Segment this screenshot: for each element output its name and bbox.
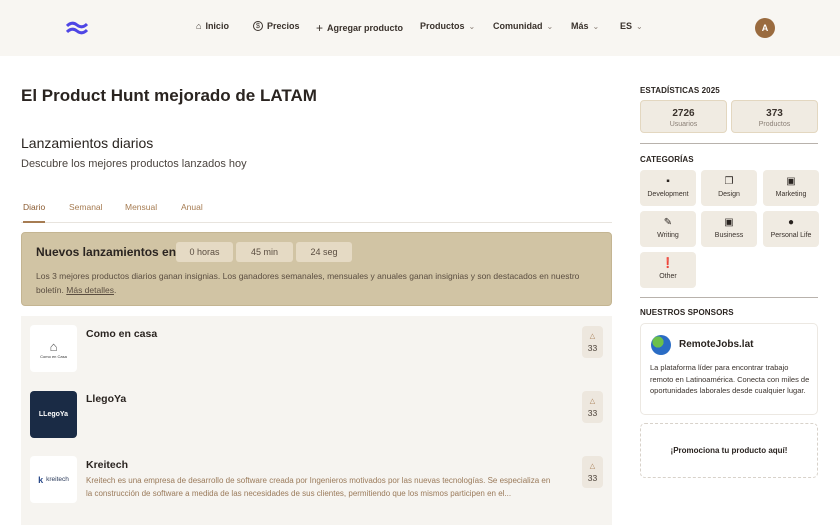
product-logo: ⌂ Como en Casa bbox=[30, 325, 77, 372]
user-icon: ● bbox=[787, 217, 795, 228]
nav-productos[interactable]: Productos ⌄ bbox=[420, 21, 475, 31]
upvote-button[interactable]: △ 33 bbox=[582, 391, 603, 423]
product-name[interactable]: LlegoYa bbox=[86, 393, 126, 405]
upvote-icon: △ bbox=[589, 332, 596, 340]
sponsor-description: La plataforma líder para encontrar traba… bbox=[650, 363, 810, 395]
stat-users: 2726 Usuarios bbox=[640, 100, 727, 133]
product-list: ⌂ Como en Casa Como en casa △ 33 LLegoYa L… bbox=[21, 316, 612, 525]
globe-icon bbox=[651, 335, 671, 355]
period-tabs: Diario Semanal Mensual Anual bbox=[21, 196, 612, 223]
upvote-icon: △ bbox=[589, 462, 596, 470]
countdown-minutes: 45 min bbox=[236, 242, 293, 262]
countdown-seconds: 24 seg bbox=[296, 242, 352, 262]
category-marketing[interactable]: ▣ Marketing bbox=[763, 170, 819, 206]
copy-icon: ❐ bbox=[724, 176, 734, 187]
upvote-button[interactable]: △ 33 bbox=[582, 456, 603, 488]
categories-title: CATEGORÍAS bbox=[640, 155, 694, 164]
divider bbox=[640, 297, 818, 298]
logo-icon[interactable] bbox=[66, 21, 88, 35]
banner-text: Los 3 mejores productos diarios ganan in… bbox=[36, 271, 580, 295]
dollar-icon: $ bbox=[253, 21, 263, 31]
launch-countdown-banner: Nuevos lanzamientos en 0 horas 45 min 24… bbox=[21, 232, 612, 306]
k-logo-icon: k bbox=[38, 474, 44, 485]
category-development[interactable]: ▪ Development bbox=[640, 170, 696, 206]
tab-semanal[interactable]: Semanal bbox=[69, 202, 103, 212]
avatar[interactable]: A bbox=[755, 18, 775, 38]
edit-icon: ✎ bbox=[663, 217, 673, 228]
nav-agregar-producto[interactable]: + Agregar producto bbox=[316, 21, 403, 35]
product-logo: LLegoYa bbox=[30, 391, 77, 438]
product-name[interactable]: Como en casa bbox=[86, 328, 157, 340]
divider bbox=[640, 143, 818, 144]
category-business[interactable]: ▣ Business bbox=[701, 211, 757, 247]
more-details-link[interactable]: Más detalles bbox=[66, 285, 114, 295]
tab-mensual[interactable]: Mensual bbox=[125, 202, 157, 212]
chevron-down-icon: ⌄ bbox=[592, 21, 600, 31]
banner-title: Nuevos lanzamientos en bbox=[36, 245, 177, 259]
category-design[interactable]: ❐ Design bbox=[701, 170, 757, 206]
product-description: Kreitech es una empresa de desarrollo de… bbox=[86, 476, 551, 498]
terminal-icon: ▪ bbox=[666, 176, 670, 187]
countdown-hours: 0 horas bbox=[176, 242, 233, 262]
stat-products: 373 Productos bbox=[731, 100, 818, 133]
category-personal-life[interactable]: ● Personal Life bbox=[763, 211, 819, 247]
section-subtitle: Descubre los mejores productos lanzados … bbox=[21, 158, 247, 170]
upvote-icon: △ bbox=[589, 397, 596, 405]
archive-icon: ▣ bbox=[786, 176, 796, 187]
product-name[interactable]: Kreitech bbox=[86, 459, 128, 471]
alert-icon: ❗ bbox=[661, 258, 675, 269]
chevron-down-icon: ⌄ bbox=[468, 21, 476, 31]
category-writing[interactable]: ✎ Writing bbox=[640, 211, 696, 247]
archive-icon: ▣ bbox=[724, 217, 734, 228]
stats-title: ESTADÍSTICAS 2025 bbox=[640, 86, 720, 95]
home-icon: ⌂ bbox=[196, 21, 202, 31]
house-icon: ⌂ bbox=[49, 338, 58, 354]
promote-product-button[interactable]: ¡Promociona tu producto aquí! bbox=[640, 423, 818, 478]
chevron-down-icon: ⌄ bbox=[546, 21, 554, 31]
chevron-down-icon: ⌄ bbox=[636, 21, 643, 31]
tab-anual[interactable]: Anual bbox=[181, 202, 203, 212]
nav-inicio[interactable]: ⌂ Inicio bbox=[196, 21, 229, 31]
top-navbar: ⌂ Inicio $ Precios + Agregar producto Produ… bbox=[0, 0, 840, 56]
plus-icon: + bbox=[316, 21, 324, 35]
nav-precios[interactable]: $ Precios bbox=[253, 21, 300, 31]
page-title: El Product Hunt mejorado de LATAM bbox=[21, 86, 317, 105]
upvote-button[interactable]: △ 33 bbox=[582, 326, 603, 358]
nav-comunidad[interactable]: Comunidad ⌄ bbox=[493, 21, 553, 31]
sponsor-name: RemoteJobs.lat bbox=[679, 339, 754, 350]
tab-diario[interactable]: Diario bbox=[23, 202, 46, 223]
section-title: Lanzamientos diarios bbox=[21, 135, 154, 151]
language-select[interactable]: ES ⌄ bbox=[620, 21, 643, 31]
sponsor-card[interactable]: RemoteJobs.lat La plataforma líder para … bbox=[640, 323, 818, 415]
product-logo: k kreitech bbox=[30, 456, 77, 503]
sponsors-title: NUESTROS SPONSORS bbox=[640, 308, 734, 317]
nav-mas[interactable]: Más ⌄ bbox=[571, 21, 599, 31]
category-other[interactable]: ❗ Other bbox=[640, 252, 696, 288]
